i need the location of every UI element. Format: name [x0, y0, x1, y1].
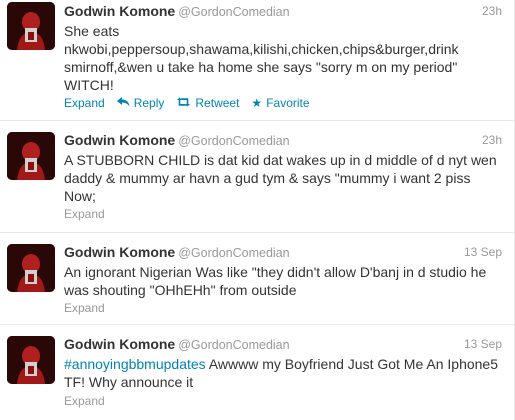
tweet-header: Godwin Komone @GordonComedian 23h [64, 132, 502, 150]
tweet-timestamp[interactable]: 23h [482, 4, 502, 18]
tweet-item[interactable]: Godwin Komone @GordonComedian 13 Sep An i… [0, 233, 514, 325]
tweet-item[interactable]: Godwin Komone @GordonComedian 23h She eat… [0, 0, 514, 121]
expand-link[interactable]: Expand [64, 301, 105, 315]
expand-link[interactable]: Expand [64, 394, 105, 408]
tweet-item[interactable]: Godwin Komone @GordonComedian 13 Sep #ann… [0, 325, 514, 420]
user-handle[interactable]: @GordonComedian [178, 338, 289, 352]
retweet-button[interactable]: Retweet [176, 96, 239, 110]
tweet-text: #annoyingbbmupdates Awwww my Boyfriend J… [64, 355, 502, 391]
favorite-button[interactable]: ★ Favorite [251, 96, 309, 110]
tweet-timestamp[interactable]: 23h [482, 133, 502, 147]
tweet-actions: Expand [64, 207, 117, 221]
avatar[interactable] [7, 132, 55, 180]
user-handle[interactable]: @GordonComedian [178, 5, 289, 19]
avatar[interactable] [7, 336, 55, 384]
tweet-header: Godwin Komone @GordonComedian 13 Sep [64, 244, 502, 262]
avatar[interactable] [7, 2, 55, 50]
expand-link[interactable]: Expand [64, 207, 105, 221]
avatar[interactable] [7, 244, 55, 292]
user-name[interactable]: Godwin Komone [64, 244, 175, 260]
user-name[interactable]: Godwin Komone [64, 132, 175, 148]
tweet-header: Godwin Komone @GordonComedian 23h [64, 3, 502, 21]
tweet-text: An ignorant Nigerian Was like "they didn… [64, 264, 487, 298]
tweet-actions: Expand Reply Retweet ★ Favorite [64, 96, 322, 110]
user-name[interactable]: Godwin Komone [64, 3, 175, 19]
user-handle[interactable]: @GordonComedian [178, 134, 289, 148]
tweet-timeline: Godwin Komone @GordonComedian 23h She eat… [0, 0, 515, 420]
user-name[interactable]: Godwin Komone [64, 336, 175, 352]
tweet-item[interactable]: Godwin Komone @GordonComedian 23h A STUBB… [0, 121, 514, 233]
user-handle[interactable]: @GordonComedian [178, 246, 289, 260]
tweet-header: Godwin Komone @GordonComedian 13 Sep [64, 336, 502, 354]
tweet-actions: Expand [64, 394, 117, 408]
hashtag-link[interactable]: #annoyingbbmupdates [64, 356, 206, 372]
tweet-actions: Expand [64, 301, 117, 315]
reply-arrow-icon [116, 97, 130, 109]
expand-link[interactable]: Expand [64, 96, 105, 110]
tweet-text: A STUBBORN CHILD is dat kid dat wakes up… [64, 152, 497, 204]
retweet-icon [176, 97, 191, 109]
tweet-text: She eats nkwobi,peppersoup,shawama,kilis… [64, 23, 459, 93]
tweet-timestamp[interactable]: 13 Sep [464, 245, 502, 259]
star-icon: ★ [251, 96, 263, 110]
tweet-timestamp[interactable]: 13 Sep [464, 337, 502, 351]
reply-button[interactable]: Reply [116, 96, 164, 110]
